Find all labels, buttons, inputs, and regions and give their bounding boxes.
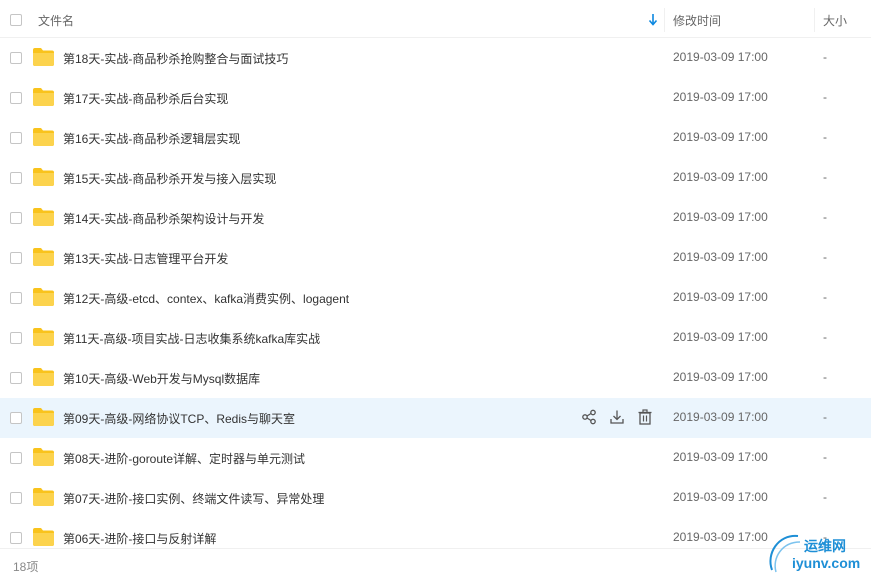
download-icon[interactable] [609,409,625,425]
row-checkbox[interactable] [10,532,22,544]
modified-time: 2019-03-09 17:00 [673,170,768,184]
modified-time: 2019-03-09 17:00 [673,530,768,544]
table-row[interactable]: 第09天-高级-网络协议TCP、Redis与聊天室 2019-03-09 17:0… [0,398,871,438]
column-divider[interactable] [664,8,665,32]
file-name-link[interactable]: 第10天-高级-Web开发与Mysql数据库 [63,370,260,387]
table-row[interactable]: 第10天-高级-Web开发与Mysql数据库 2019-03-09 17:00 - [0,358,871,398]
file-list-header: 文件名 修改时间 大小 [0,0,871,38]
file-name-link[interactable]: 第17天-实战-商品秒杀后台实现 [63,90,228,107]
table-row[interactable]: 第14天-实战-商品秒杀架构设计与开发 2019-03-09 17:00 - [0,198,871,238]
row-checkbox[interactable] [10,172,22,184]
file-size: - [823,290,827,304]
folder-icon [33,168,54,186]
modified-time: 2019-03-09 17:00 [673,90,768,104]
modified-time: 2019-03-09 17:00 [673,330,768,344]
file-name-link[interactable]: 第06天-进阶-接口与反射详解 [63,530,216,547]
file-size: - [823,330,827,344]
table-row[interactable]: 第17天-实战-商品秒杀后台实现 2019-03-09 17:00 - [0,78,871,118]
file-size: - [823,210,827,224]
file-name-link[interactable]: 第09天-高级-网络协议TCP、Redis与聊天室 [63,410,295,427]
row-checkbox[interactable] [10,132,22,144]
table-row[interactable]: 第12天-高级-etcd、contex、kafka消费实例、logagent 20… [0,278,871,318]
row-checkbox[interactable] [10,372,22,384]
file-name-link[interactable]: 第14天-实战-商品秒杀架构设计与开发 [63,210,264,227]
modified-time: 2019-03-09 17:00 [673,50,768,64]
folder-icon [33,408,54,426]
folder-icon [33,88,54,106]
file-name-link[interactable]: 第11天-高级-项目实战-日志收集系统kafka库实战 [63,330,320,347]
table-row[interactable]: 第13天-实战-日志管理平台开发 2019-03-09 17:00 - [0,238,871,278]
trash-icon[interactable] [637,409,653,425]
row-checkbox[interactable] [10,452,22,464]
modified-time: 2019-03-09 17:00 [673,370,768,384]
modified-time: 2019-03-09 17:00 [673,250,768,264]
table-row[interactable]: 第08天-进阶-goroute详解、定时器与单元测试 2019-03-09 17:… [0,438,871,478]
file-size: - [823,410,827,424]
share-icon[interactable] [581,409,597,425]
file-size: - [823,130,827,144]
modified-time: 2019-03-09 17:00 [673,450,768,464]
folder-icon [33,448,54,466]
row-checkbox[interactable] [10,412,22,424]
file-name-link[interactable]: 第18天-实战-商品秒杀抢购整合与面试技巧 [63,50,288,67]
folder-icon [33,128,54,146]
file-name-link[interactable]: 第08天-进阶-goroute详解、定时器与单元测试 [63,450,305,467]
file-name-link[interactable]: 第15天-实战-商品秒杀开发与接入层实现 [63,170,276,187]
file-size: - [823,170,827,184]
watermark-line2: iyunv.com [792,555,861,571]
file-size: - [823,50,827,64]
folder-icon [33,48,54,66]
modified-time: 2019-03-09 17:00 [673,490,768,504]
folder-icon [33,488,54,506]
column-divider[interactable] [814,8,815,32]
select-all-checkbox[interactable] [10,14,22,26]
row-checkbox[interactable] [10,292,22,304]
folder-icon [33,528,54,546]
modified-time: 2019-03-09 17:00 [673,410,768,424]
file-name-link[interactable]: 第12天-高级-etcd、contex、kafka消费实例、logagent [63,290,349,307]
file-name-link[interactable]: 第07天-进阶-接口实例、终端文件读写、异常处理 [63,490,324,507]
row-checkbox[interactable] [10,492,22,504]
file-size: - [823,490,827,504]
watermark-logo: 运维网 iyunv.com [764,528,871,578]
folder-icon [33,328,54,346]
arrow-down-icon[interactable] [648,13,658,26]
table-row[interactable]: 第06天-进阶-接口与反射详解 2019-03-09 17:00- [0,518,871,548]
row-checkbox[interactable] [10,92,22,104]
folder-icon [33,288,54,306]
item-count: 18项 [13,560,39,574]
folder-icon [33,368,54,386]
modified-time: 2019-03-09 17:00 [673,290,768,304]
column-header-modified-time[interactable]: 修改时间 [673,12,721,29]
row-checkbox[interactable] [10,212,22,224]
table-row[interactable]: 第11天-高级-项目实战-日志收集系统kafka库实战 2019-03-09 17… [0,318,871,358]
file-size: - [823,250,827,264]
column-header-name[interactable]: 文件名 [38,12,74,29]
file-size: - [823,450,827,464]
row-checkbox[interactable] [10,52,22,64]
folder-icon [33,208,54,226]
column-header-size[interactable]: 大小 [823,12,847,29]
status-bar: 18项 [0,548,871,578]
file-size: - [823,370,827,384]
watermark-line1: 运维网 [804,538,846,554]
folder-icon [33,248,54,266]
row-checkbox[interactable] [10,332,22,344]
file-name-link[interactable]: 第16天-实战-商品秒杀逻辑层实现 [63,130,240,147]
file-list: 第18天-实战-商品秒杀抢购整合与面试技巧 2019-03-09 17:00- 第1… [0,38,871,548]
table-row[interactable]: 第16天-实战-商品秒杀逻辑层实现 2019-03-09 17:00 - [0,118,871,158]
table-row[interactable]: 第15天-实战-商品秒杀开发与接入层实现 2019-03-09 17:00 - [0,158,871,198]
modified-time: 2019-03-09 17:00 [673,130,768,144]
file-size: - [823,90,827,104]
modified-time: 2019-03-09 17:00 [673,210,768,224]
table-row[interactable]: 第18天-实战-商品秒杀抢购整合与面试技巧 2019-03-09 17:00 - [0,38,871,78]
file-name-link[interactable]: 第13天-实战-日志管理平台开发 [63,250,228,267]
table-row[interactable]: 第07天-进阶-接口实例、终端文件读写、异常处理 2019-03-09 17:00… [0,478,871,518]
row-checkbox[interactable] [10,252,22,264]
